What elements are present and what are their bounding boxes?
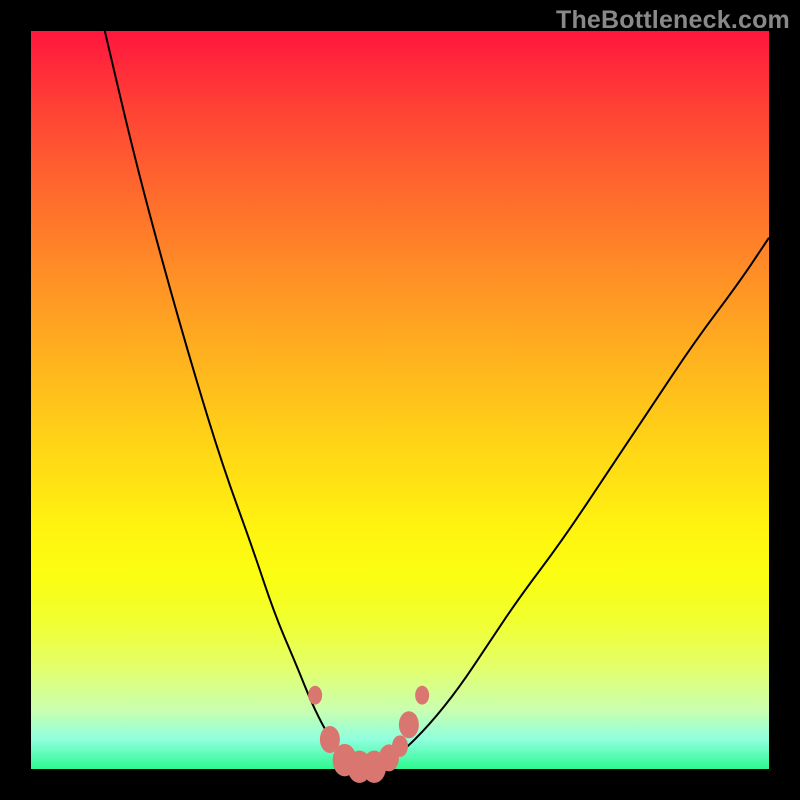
- watermark: TheBottleneck.com: [556, 6, 790, 35]
- watermark-text: TheBottleneck.com: [556, 6, 790, 34]
- curve-left: [105, 31, 356, 769]
- valley-marker: [415, 686, 429, 705]
- chart-frame: TheBottleneck.com: [0, 0, 800, 800]
- valley-markers: [308, 686, 429, 783]
- bottleneck-curve: [31, 31, 769, 769]
- valley-marker: [308, 686, 322, 705]
- valley-marker: [399, 711, 419, 738]
- plot-area: [31, 31, 769, 769]
- valley-marker: [392, 735, 408, 757]
